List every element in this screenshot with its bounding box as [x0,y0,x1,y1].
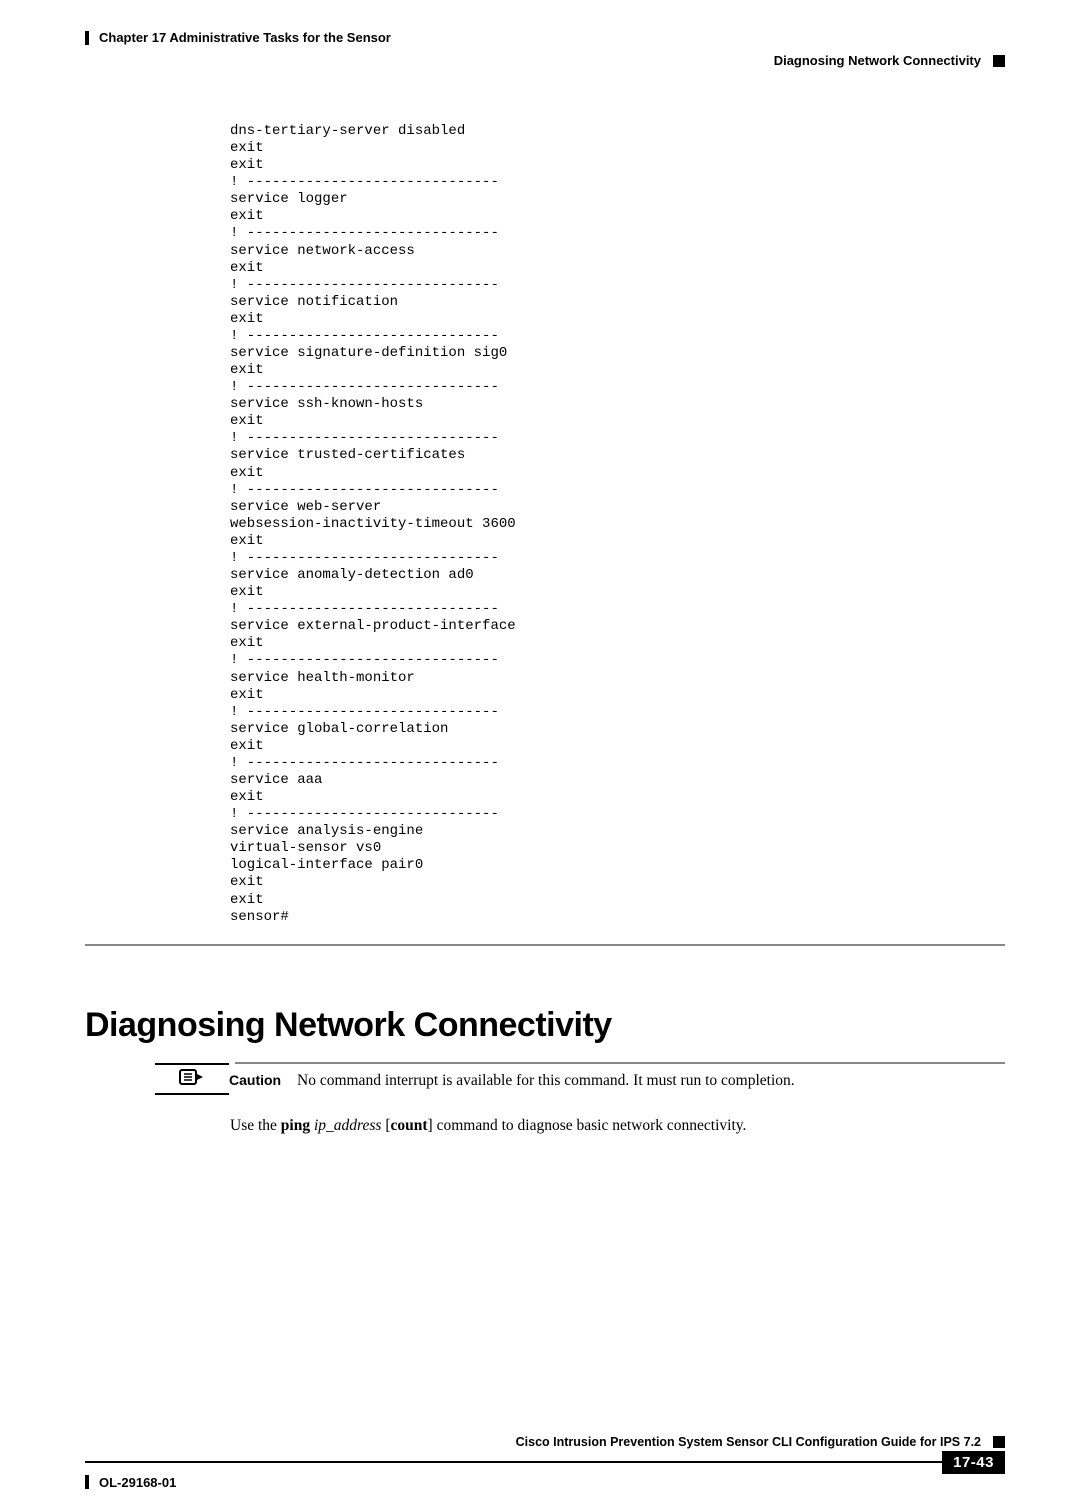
page-footer: Cisco Intrusion Prevention System Sensor… [85,1435,1005,1490]
usage-suffix: command to diagnose basic network connec… [433,1117,747,1134]
cmd-arg: ip_address [310,1117,385,1134]
caution-block: Caution No command interrupt is availabl… [155,1063,1005,1095]
square-marker-icon [993,55,1005,67]
accent-bar-icon [85,1475,89,1489]
footer-rule [85,1461,942,1463]
page-number: 17-43 [942,1451,1005,1474]
cmd-ping: ping [281,1117,310,1134]
cmd-count: count [391,1117,428,1134]
chapter-text: Chapter 17 Administrative Tasks for the … [99,30,391,45]
section-heading: Diagnosing Network Connectivity [85,1006,1005,1045]
usage-paragraph: Use the ping ip_address [count] command … [230,1117,1005,1135]
doc-id-row: OL-29168-01 [85,1475,176,1490]
caution-divider [235,1062,1005,1064]
square-marker-icon [993,1436,1005,1448]
accent-bar-icon [85,31,89,45]
usage-prefix: Use the [230,1117,281,1134]
section-label-row: Diagnosing Network Connectivity [85,53,1005,68]
caution-icon-column [155,1063,229,1095]
chapter-label: Chapter 17 Administrative Tasks for the … [85,30,391,45]
section-label: Diagnosing Network Connectivity [774,53,981,68]
page-header: Chapter 17 Administrative Tasks for the … [85,30,1005,45]
caution-label: Caution [229,1072,297,1088]
cli-output-code: dns-tertiary-server disabled exit exit !… [230,123,1005,926]
footer-title-row: Cisco Intrusion Prevention System Sensor… [85,1435,1005,1449]
caution-text: No command interrupt is available for th… [297,1072,795,1090]
caution-icon [179,1073,205,1090]
doc-id: OL-29168-01 [99,1475,176,1490]
section-divider [85,944,1005,946]
book-title: Cisco Intrusion Prevention System Sensor… [516,1435,981,1449]
